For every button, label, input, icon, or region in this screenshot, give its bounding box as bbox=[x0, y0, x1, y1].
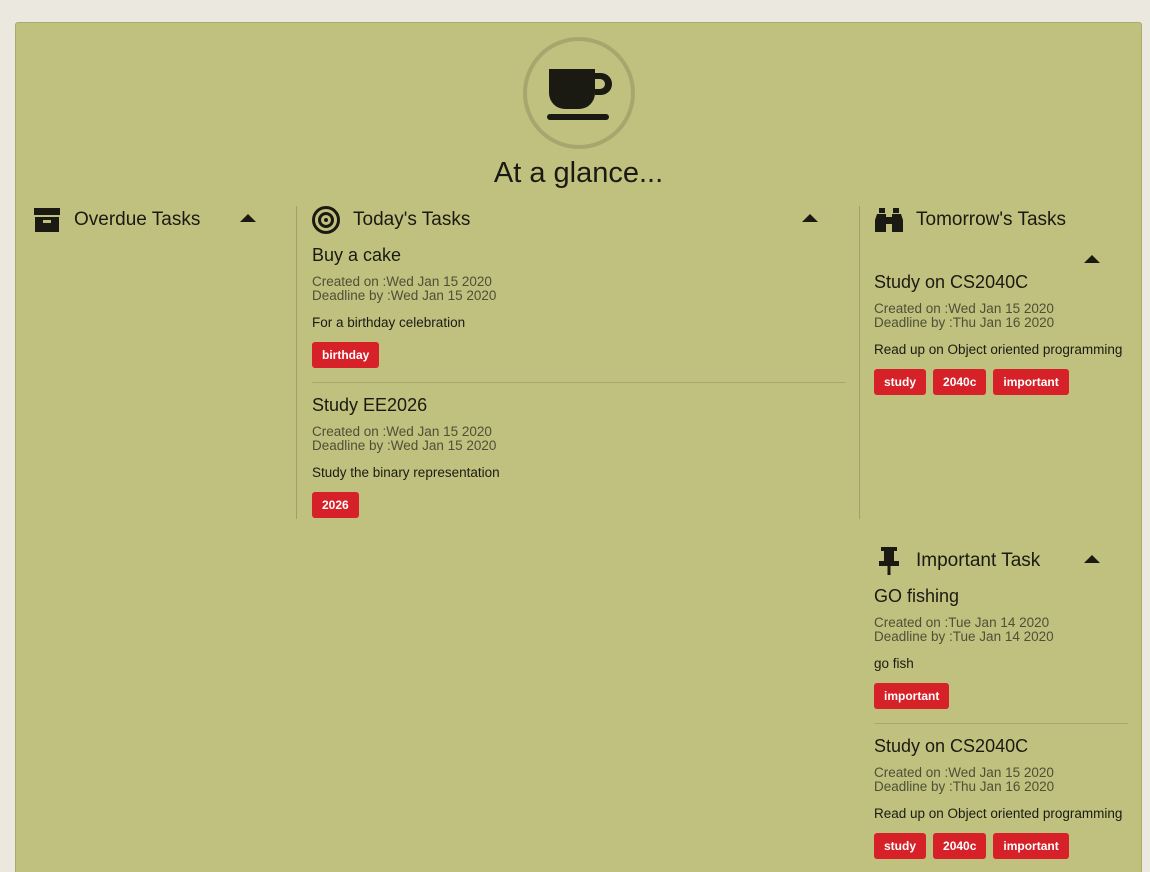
task-title: GO fishing bbox=[874, 586, 960, 606]
task-title: Buy a cake bbox=[312, 245, 402, 265]
task-deadline: Deadline by :Thu Jan 16 2020 bbox=[874, 779, 1055, 794]
pushpin-icon bbox=[874, 546, 904, 576]
task-description: For a birthday celebration bbox=[312, 315, 466, 330]
task-deadline: Deadline by :Thu Jan 16 2020 bbox=[874, 315, 1055, 330]
task-description: Read up on Object oriented programming bbox=[874, 342, 1123, 357]
important-header: Important Task bbox=[874, 544, 1040, 578]
important-title: Important Task bbox=[916, 550, 1041, 571]
task-description: Study the binary representation bbox=[312, 465, 500, 480]
task-separator bbox=[312, 382, 846, 383]
overdue-collapse-caret[interactable] bbox=[240, 214, 256, 222]
today-title: Today's Tasks bbox=[353, 209, 471, 230]
tag-badge[interactable]: important bbox=[874, 683, 950, 709]
task-card[interactable]: Buy a cake Created on :Wed Jan 15 2020 D… bbox=[312, 245, 846, 368]
tomorrow-header: Tomorrow's Tasks bbox=[874, 203, 1066, 237]
dashboard-panel: At a glance... Overdue Tasks Today's Tas… bbox=[15, 22, 1142, 872]
archive-box-icon bbox=[32, 205, 62, 235]
task-card[interactable]: Study EE2026 Created on :Wed Jan 15 2020… bbox=[312, 395, 846, 518]
task-separator bbox=[874, 723, 1128, 724]
task-deadline: Deadline by :Wed Jan 15 2020 bbox=[312, 288, 497, 303]
tag-badge[interactable]: important bbox=[993, 369, 1069, 395]
task-title: Study on CS2040C bbox=[874, 272, 1029, 292]
overdue-header: Overdue Tasks bbox=[32, 203, 200, 237]
task-deadline: Deadline by :Wed Jan 15 2020 bbox=[312, 438, 497, 453]
task-card[interactable]: GO fishing Created on :Tue Jan 14 2020 D… bbox=[874, 586, 1128, 709]
task-title: Study EE2026 bbox=[312, 395, 428, 415]
tag-badge[interactable]: study bbox=[874, 369, 927, 395]
task-card[interactable]: Study on CS2040C Created on :Wed Jan 15 … bbox=[874, 272, 1128, 395]
task-created: Created on :Tue Jan 14 2020 bbox=[874, 615, 1050, 630]
coffee-cup-icon bbox=[523, 37, 635, 149]
task-description: go fish bbox=[874, 656, 914, 671]
task-created: Created on :Wed Jan 15 2020 bbox=[874, 301, 1054, 316]
task-card[interactable]: Study on CS2040C Created on :Wed Jan 15 … bbox=[874, 736, 1128, 859]
task-deadline: Deadline by :Tue Jan 14 2020 bbox=[874, 629, 1054, 644]
tag-badge[interactable]: study bbox=[874, 833, 927, 859]
column-divider bbox=[859, 206, 860, 519]
tomorrow-collapse-caret[interactable] bbox=[1084, 255, 1100, 263]
important-collapse-caret[interactable] bbox=[1084, 555, 1100, 563]
column-divider bbox=[296, 206, 297, 519]
tag-badge[interactable]: 2040c bbox=[933, 833, 987, 859]
task-created: Created on :Wed Jan 15 2020 bbox=[312, 424, 492, 439]
task-title: Study on CS2040C bbox=[874, 736, 1029, 756]
task-description: Read up on Object oriented programming bbox=[874, 806, 1123, 821]
task-created: Created on :Wed Jan 15 2020 bbox=[874, 765, 1054, 780]
page-title: At a glance... bbox=[493, 157, 664, 189]
tag-badge[interactable]: 2026 bbox=[312, 492, 359, 518]
today-collapse-caret[interactable] bbox=[802, 214, 818, 222]
tag-badge[interactable]: 2040c bbox=[933, 369, 987, 395]
tomorrow-title: Tomorrow's Tasks bbox=[916, 209, 1067, 230]
binoculars-icon bbox=[874, 205, 904, 235]
task-created: Created on :Wed Jan 15 2020 bbox=[312, 274, 492, 289]
tag-badge[interactable]: birthday bbox=[312, 342, 380, 368]
tag-badge[interactable]: important bbox=[993, 833, 1069, 859]
today-header: Today's Tasks bbox=[311, 203, 470, 237]
target-icon bbox=[311, 205, 341, 235]
overdue-title: Overdue Tasks bbox=[74, 209, 201, 230]
